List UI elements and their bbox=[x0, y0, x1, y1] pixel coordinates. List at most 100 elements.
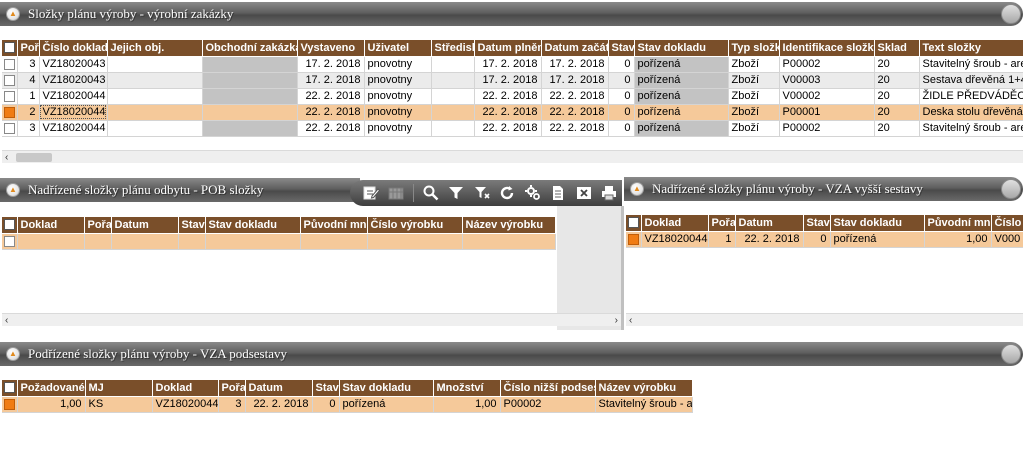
table-row[interactable]: 3 VZ18020043 17. 2. 2018 pnovotny 17. 2.… bbox=[2, 56, 1023, 73]
select-all-checkbox[interactable] bbox=[2, 40, 18, 57]
column-header[interactable]: Datum začát bbox=[541, 40, 609, 57]
row-checkbox[interactable] bbox=[2, 120, 18, 137]
horizontal-scrollbar[interactable]: ‹ bbox=[2, 150, 1023, 163]
horizontal-scrollbar[interactable]: ‹ bbox=[626, 313, 1023, 326]
column-header[interactable]: Datum bbox=[111, 217, 179, 234]
scroll-left-icon[interactable]: ‹ bbox=[5, 151, 8, 164]
column-header[interactable]: Stav dokladu bbox=[339, 380, 434, 397]
column-header[interactable]: Obchodní zakázka bbox=[202, 40, 298, 57]
column-header[interactable]: Stav bbox=[803, 215, 831, 232]
column-header[interactable]: Vystaveno bbox=[297, 40, 365, 57]
table-row-selected[interactable]: 2 VZ18020044 22. 2. 2018 pnovotny 22. 2.… bbox=[2, 104, 1023, 121]
row-checkbox[interactable] bbox=[2, 88, 18, 105]
column-header[interactable]: Původní mn bbox=[300, 217, 368, 234]
cell-por: 2 bbox=[17, 104, 40, 121]
row-checkbox[interactable] bbox=[626, 231, 642, 248]
row-checkbox[interactable] bbox=[2, 72, 18, 89]
column-header[interactable]: Číslo bbox=[991, 215, 1023, 232]
column-header[interactable]: Datum bbox=[245, 380, 313, 397]
panel-divider[interactable] bbox=[621, 206, 624, 330]
collapse-icon[interactable]: ▲ bbox=[630, 182, 644, 196]
column-header[interactable]: Číslo doklad bbox=[39, 40, 108, 57]
cell-por: 3 bbox=[17, 56, 40, 73]
scroll-right-icon[interactable]: › bbox=[615, 314, 618, 327]
row-checkbox[interactable] bbox=[2, 56, 18, 73]
table-row[interactable]: 3 VZ18020044 22. 2. 2018 pnovotny 22. 2.… bbox=[2, 120, 1023, 137]
table-row-empty[interactable] bbox=[2, 233, 556, 250]
column-header[interactable]: Uživatel bbox=[364, 40, 432, 57]
table-row-selected[interactable]: 1,00 KS VZ18020044 3 22. 2. 2018 0 poříz… bbox=[2, 396, 693, 413]
column-header[interactable]: Název výrobku bbox=[595, 380, 693, 397]
table-row[interactable]: 4 VZ18020043 17. 2. 2018 pnovotny 17. 2.… bbox=[2, 72, 1023, 89]
column-header[interactable]: Sklad bbox=[874, 40, 920, 57]
select-all-checkbox[interactable] bbox=[2, 380, 18, 397]
cell-uzivatel: pnovotny bbox=[364, 72, 432, 89]
column-header[interactable]: Doklad bbox=[152, 380, 219, 397]
column-header[interactable]: Požadované bbox=[17, 380, 86, 397]
cell-empty bbox=[84, 233, 112, 250]
column-header[interactable]: Doklad bbox=[17, 217, 85, 234]
excel-icon[interactable] bbox=[571, 182, 597, 204]
row-checkbox[interactable] bbox=[2, 396, 18, 413]
table-row-selected[interactable]: VZ18020044 1 22. 2. 2018 0 pořízená 1,00… bbox=[626, 231, 1023, 248]
select-all-checkbox[interactable] bbox=[2, 217, 18, 234]
column-header[interactable]: Typ složk bbox=[728, 40, 780, 57]
document-icon[interactable] bbox=[545, 182, 571, 204]
panel-splitter[interactable] bbox=[557, 206, 621, 330]
column-header[interactable]: Pořa bbox=[84, 217, 112, 234]
cell-uzivatel: pnovotny bbox=[364, 104, 432, 121]
column-header[interactable]: Název výrobku bbox=[462, 217, 556, 234]
column-header[interactable]: Doklad bbox=[641, 215, 709, 232]
collapse-icon[interactable]: ▲ bbox=[6, 7, 20, 21]
column-header[interactable]: Stav dokladu bbox=[205, 217, 301, 234]
table-row[interactable]: 1 VZ18020044 22. 2. 2018 pnovotny 22. 2.… bbox=[2, 88, 1023, 105]
configure-icon[interactable] bbox=[520, 182, 546, 204]
column-header[interactable]: Pořa bbox=[708, 215, 736, 232]
row-checkbox[interactable] bbox=[2, 104, 18, 121]
cell-por: 3 bbox=[17, 120, 40, 137]
column-header[interactable]: Datum plněn bbox=[474, 40, 542, 57]
column-header[interactable]: Stav bbox=[178, 217, 206, 234]
table-header-row: Doklad Pořa Datum Stav Stav dokladu Půvo… bbox=[2, 217, 556, 234]
column-header[interactable]: Poř bbox=[17, 40, 40, 57]
column-header[interactable]: Identifikace složky bbox=[779, 40, 875, 57]
row-checkbox[interactable] bbox=[2, 233, 18, 250]
scroll-left-icon[interactable]: ‹ bbox=[5, 314, 8, 327]
cell-identifikace: P00002 bbox=[779, 56, 875, 73]
column-header[interactable]: Stav bbox=[608, 40, 635, 57]
column-header[interactable]: Datum bbox=[735, 215, 804, 232]
select-all-checkbox[interactable] bbox=[626, 215, 642, 232]
column-header[interactable]: Středisk bbox=[431, 40, 475, 57]
column-header[interactable]: Stav dokladu bbox=[830, 215, 925, 232]
scroll-left-icon[interactable]: ‹ bbox=[629, 314, 632, 327]
clear-filter-icon[interactable] bbox=[469, 182, 495, 204]
cell-vystaveno: 17. 2. 2018 bbox=[297, 56, 365, 73]
column-header[interactable]: Původní mn bbox=[924, 215, 992, 232]
column-header[interactable]: Stav bbox=[312, 380, 340, 397]
column-header[interactable]: Množství bbox=[433, 380, 501, 397]
horizontal-scrollbar[interactable]: ‹ › bbox=[2, 313, 621, 326]
cell-stredisko bbox=[431, 72, 475, 89]
column-header[interactable]: Číslo výrobku bbox=[367, 217, 463, 234]
column-header[interactable]: MJ bbox=[85, 380, 153, 397]
calendar-icon[interactable] bbox=[384, 182, 410, 204]
column-header[interactable]: Číslo nižší podsest bbox=[500, 380, 596, 397]
collapse-icon[interactable]: ▲ bbox=[6, 347, 20, 361]
panel-knob-icon bbox=[1001, 179, 1021, 199]
cell-text: Stavitelný šroub - are bbox=[919, 56, 1023, 73]
panel-header-vza-podsestavy: ▲ Podřízené složky plánu výroby - VZA po… bbox=[0, 342, 1023, 366]
table-vyrobni-zakazky: Poř Číslo doklad Jejich obj. Obchodní za… bbox=[2, 40, 1023, 137]
print-icon[interactable] bbox=[596, 182, 622, 204]
column-header[interactable]: Jejich obj. bbox=[107, 40, 203, 57]
scroll-thumb[interactable] bbox=[16, 153, 52, 162]
collapse-icon[interactable]: ▲ bbox=[6, 183, 20, 197]
edit-icon[interactable] bbox=[358, 182, 384, 204]
search-icon[interactable] bbox=[418, 182, 444, 204]
refresh-icon[interactable] bbox=[494, 182, 520, 204]
column-header[interactable]: Text složky bbox=[919, 40, 1023, 57]
column-header[interactable]: Stav dokladu bbox=[634, 40, 729, 57]
cell-doklad: VZ18020044 bbox=[641, 231, 709, 248]
cell-datum-plneni: 22. 2. 2018 bbox=[474, 88, 542, 105]
filter-icon[interactable] bbox=[443, 182, 469, 204]
column-header[interactable]: Pořa bbox=[218, 380, 246, 397]
